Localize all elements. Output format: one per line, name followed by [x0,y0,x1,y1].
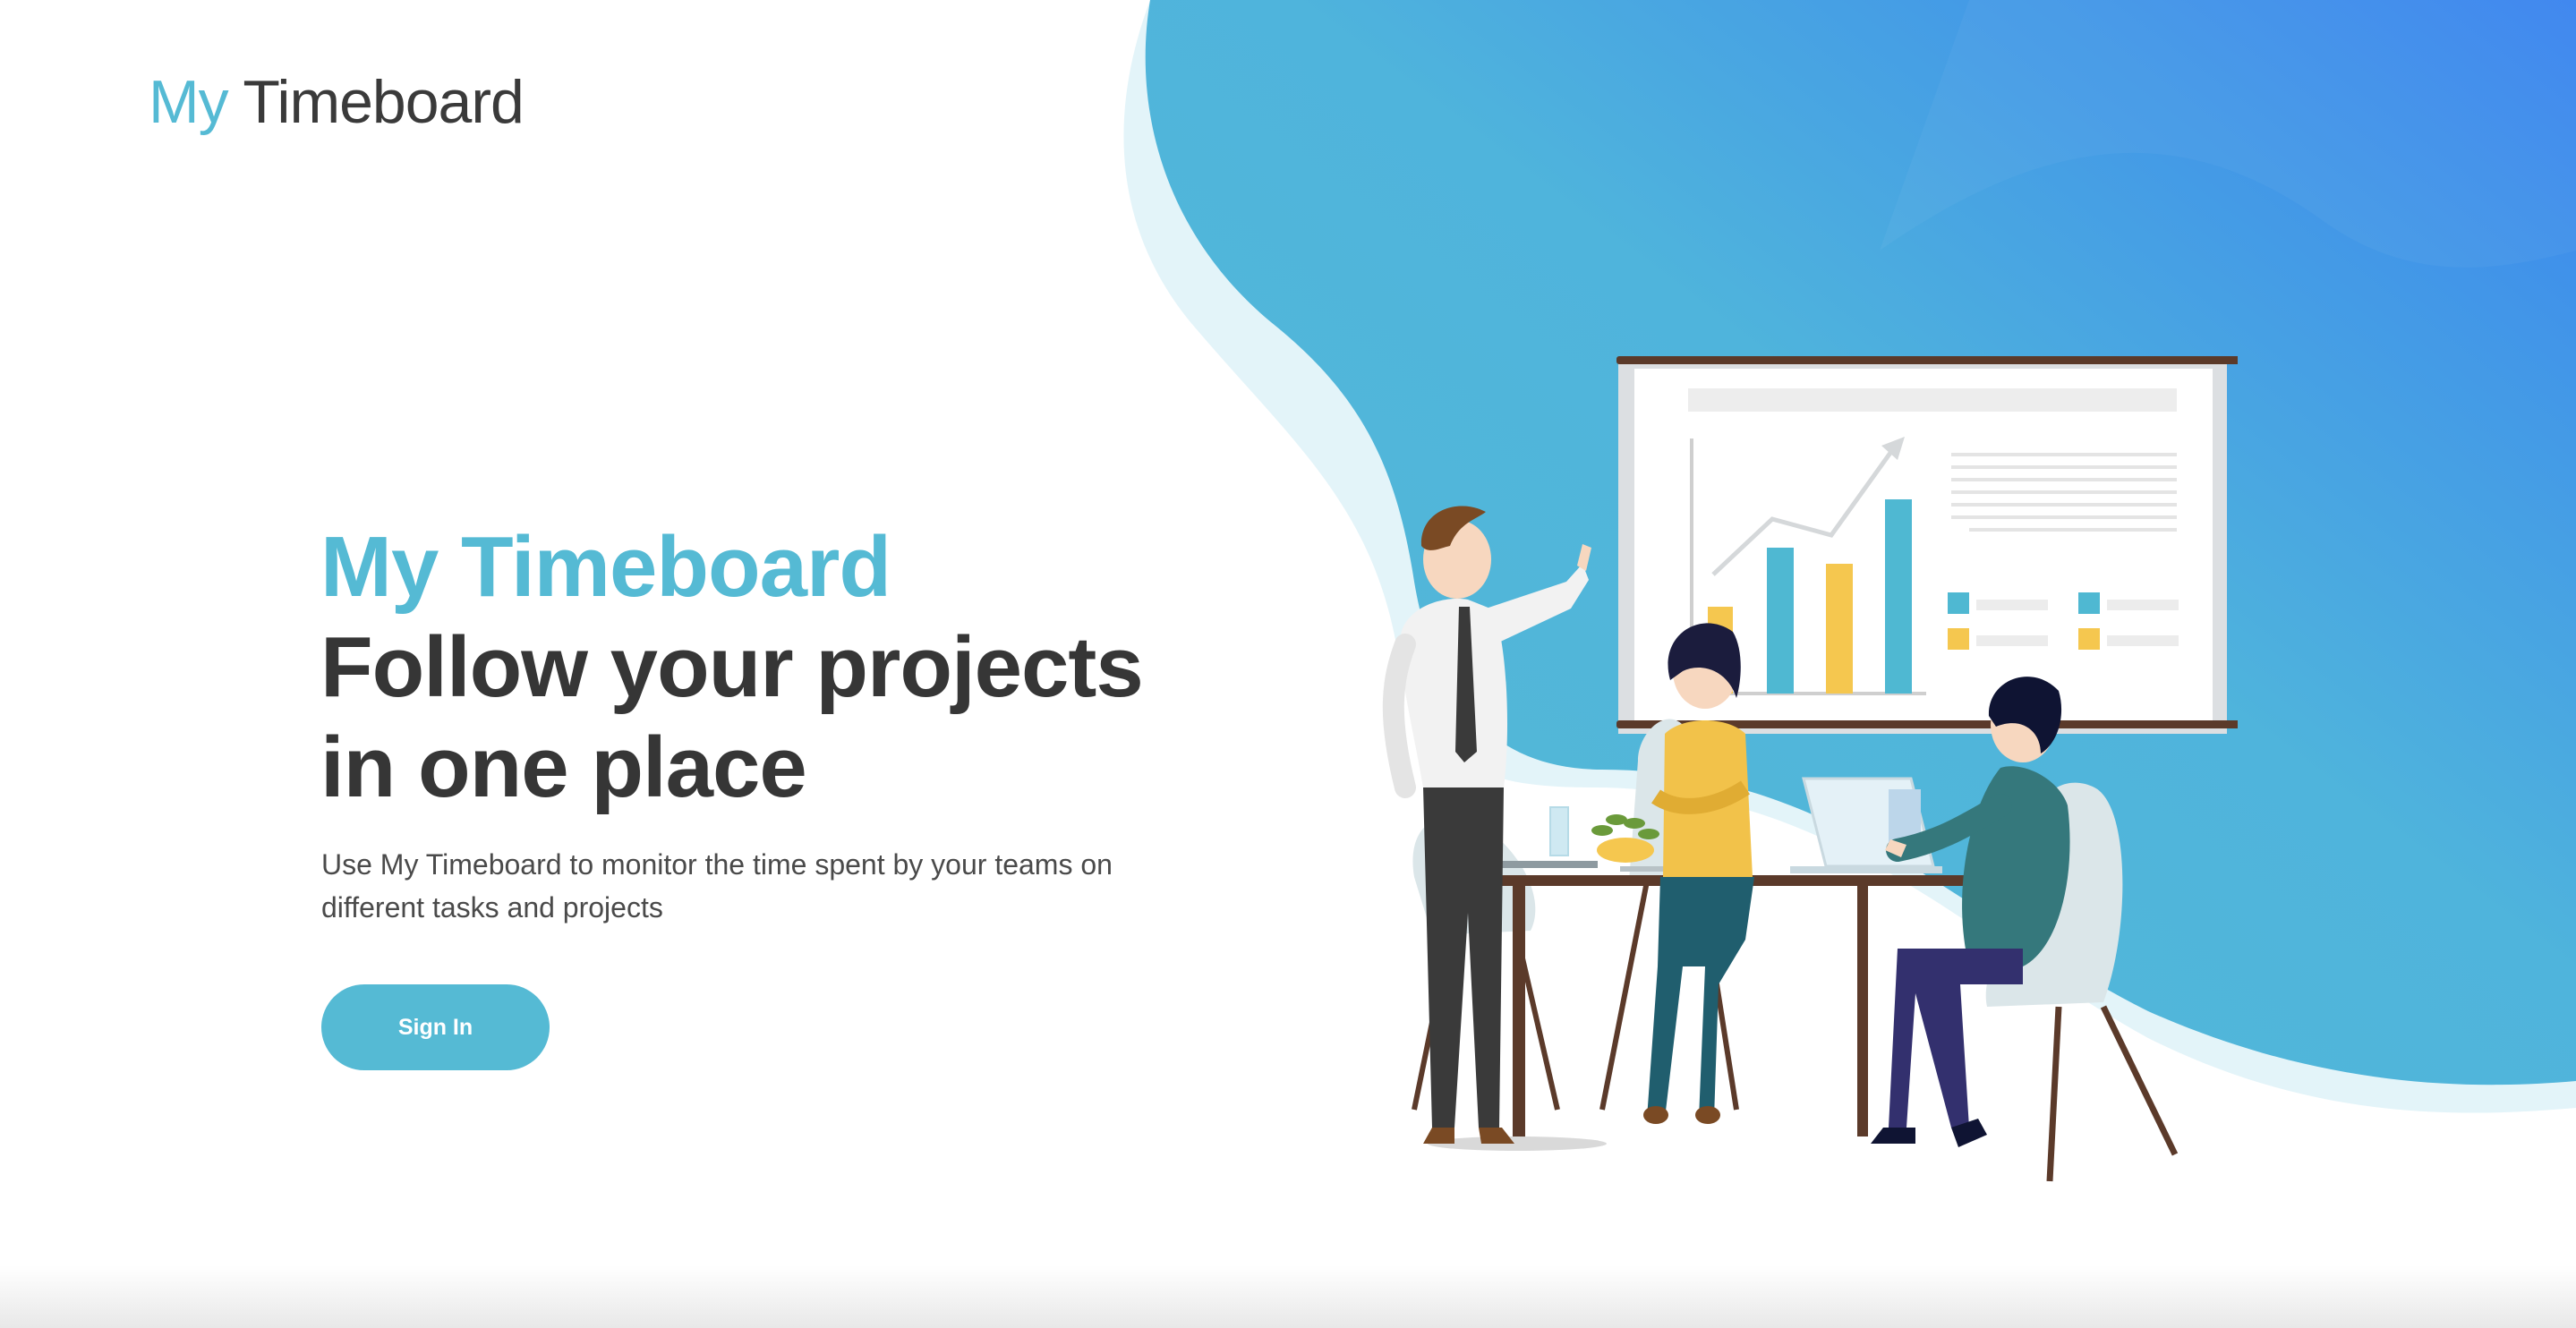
team-meeting-illustration [1382,356,2238,1182]
logo-text: Timeboard [243,68,525,136]
hero-headline-line-2: in one place [320,719,807,815]
sign-in-button[interactable]: Sign In [321,984,550,1070]
logo-accent-text: My [149,68,229,136]
chairs [1412,719,2179,1182]
sitting-man-figure [1871,677,2070,1147]
footer-fade [0,1265,2576,1328]
hero-brand: My Timeboard [320,519,891,615]
hero-headline: My Timeboard Follow your projects in one… [320,517,1215,818]
hero-headline-line-1: Follow your projects [320,619,1144,715]
logo[interactable]: My Timeboard [149,72,525,132]
hero-description: Use My Timeboard to monitor the time spe… [321,848,1113,924]
landing-page: My Timeboard My Timeboard Follow your pr… [0,0,2576,1328]
